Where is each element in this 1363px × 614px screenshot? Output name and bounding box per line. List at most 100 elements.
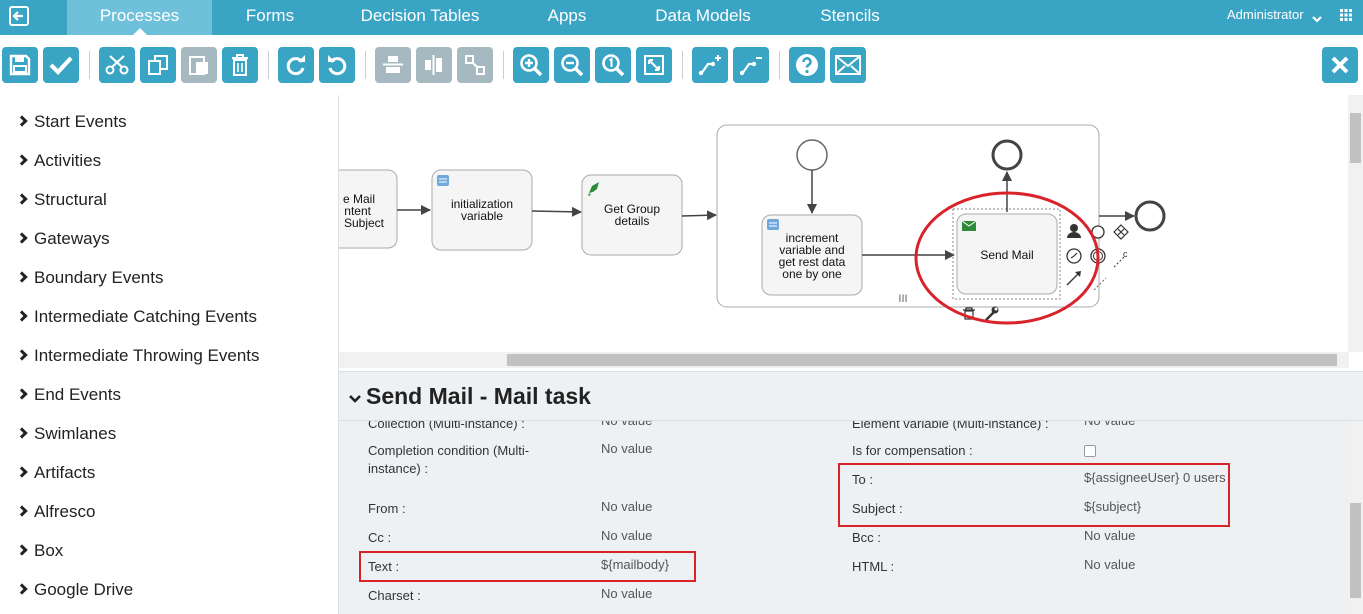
close-icon — [1331, 56, 1349, 74]
property-label: Bcc : — [852, 530, 881, 545]
tab-forms[interactable]: Forms — [212, 0, 328, 35]
sequence-flow[interactable] — [531, 206, 582, 217]
tab-stencils[interactable]: Stencils — [800, 0, 900, 35]
sequence-flow[interactable] — [681, 210, 717, 221]
trash-icon — [232, 54, 248, 76]
task-initialization-variable[interactable]: initialization variable — [431, 169, 533, 251]
toolbar-separator — [503, 51, 504, 79]
timer-event-shortcut-icon[interactable] — [1066, 248, 1082, 264]
zoom-out-button[interactable] — [554, 47, 590, 83]
chevron-right-icon — [16, 310, 28, 322]
property-value[interactable]: No value — [601, 440, 652, 458]
apps-grid-icon[interactable] — [1340, 8, 1352, 26]
help-button[interactable] — [789, 47, 825, 83]
add-bendpoint-icon — [698, 55, 721, 76]
zoom-out-icon — [561, 54, 584, 77]
palette-group-intermediate-catching-events[interactable]: Intermediate Catching Events — [16, 307, 257, 327]
highlight-box-text — [359, 551, 696, 582]
palette-group-intermediate-throwing-events[interactable]: Intermediate Throwing Events — [16, 346, 260, 366]
zoom-actual-button[interactable] — [595, 47, 631, 83]
zoom-in-icon — [520, 54, 543, 77]
paste-button[interactable] — [181, 47, 217, 83]
toolbar-separator — [682, 51, 683, 79]
add-bendpoint-button[interactable] — [692, 47, 728, 83]
tab-processes[interactable]: Processes — [67, 0, 212, 35]
close-editor-button[interactable] — [1322, 47, 1358, 83]
zoom-fit-button[interactable] — [636, 47, 672, 83]
property-value[interactable]: No value — [601, 527, 652, 545]
palette-group-swimlanes[interactable]: Swimlanes — [16, 424, 116, 444]
delete-button[interactable] — [222, 47, 258, 83]
property-label: HTML : — [852, 559, 895, 574]
palette-group-activities[interactable]: Activities — [16, 151, 101, 171]
zoom-fit-icon — [644, 55, 664, 75]
align-horizontal-button[interactable] — [416, 47, 452, 83]
scissors-icon — [105, 55, 129, 75]
copy-button[interactable] — [140, 47, 176, 83]
palette-group-start-events[interactable]: Start Events — [16, 112, 127, 132]
svg-text:details: details — [615, 214, 650, 228]
property-value[interactable]: No value — [1084, 421, 1135, 430]
task-get-group-details[interactable]: Get Group details — [581, 174, 683, 256]
tab-data-models[interactable]: Data Models — [640, 0, 766, 35]
mail-task-icon — [961, 220, 977, 231]
properties-scrollbar[interactable] — [1348, 421, 1363, 614]
undo-button[interactable] — [319, 47, 355, 83]
start-event[interactable] — [796, 139, 828, 171]
svg-text:Send Mail: Send Mail — [980, 248, 1033, 262]
palette-group-box[interactable]: Box — [16, 541, 63, 561]
property-value[interactable]: No value — [1084, 527, 1135, 545]
validate-button[interactable] — [43, 47, 79, 83]
end-event[interactable] — [991, 139, 1023, 171]
wrench-icon[interactable] — [985, 306, 999, 321]
property-value[interactable]: No value — [1084, 556, 1135, 574]
same-size-button[interactable] — [457, 47, 493, 83]
save-button[interactable] — [2, 47, 38, 83]
back-to-app-icon[interactable] — [9, 6, 29, 26]
scrollbar-thumb[interactable] — [507, 354, 1337, 366]
chevron-right-icon — [16, 388, 28, 400]
align-vertical-button[interactable] — [375, 47, 411, 83]
palette-group-artifacts[interactable]: Artifacts — [16, 463, 95, 483]
palette-group-end-events[interactable]: End Events — [16, 385, 121, 405]
canvas-vertical-scrollbar[interactable] — [1348, 95, 1363, 352]
tab-apps[interactable]: Apps — [527, 0, 607, 35]
gateway-shortcut-icon[interactable] — [1113, 224, 1129, 240]
compensation-checkbox[interactable] — [1084, 445, 1096, 457]
palette-group-gateways[interactable]: Gateways — [16, 229, 110, 249]
toolbar-separator — [89, 51, 90, 79]
canvas-horizontal-scrollbar[interactable] — [339, 352, 1349, 368]
end-event[interactable] — [1134, 200, 1166, 232]
property-value[interactable]: No value — [601, 421, 652, 430]
cut-button[interactable] — [99, 47, 135, 83]
chevron-right-icon — [16, 583, 28, 595]
chevron-right-icon — [16, 232, 28, 244]
palette-group-boundary-events[interactable]: Boundary Events — [16, 268, 163, 288]
feedback-button[interactable] — [830, 47, 866, 83]
task-compose-mail[interactable]: e Mail ntent Subject — [339, 169, 398, 249]
tab-decision-tables[interactable]: Decision Tables — [345, 0, 495, 35]
zoom-in-button[interactable] — [513, 47, 549, 83]
remove-bendpoint-button[interactable] — [733, 47, 769, 83]
scrollbar-thumb[interactable] — [1350, 503, 1361, 598]
palette-group-structural[interactable]: Structural — [16, 190, 107, 210]
diagram-canvas[interactable]: e Mail ntent Subject initialization vari… — [339, 95, 1363, 371]
scrollbar-thumb[interactable] — [1350, 113, 1361, 163]
palette-group-google-drive[interactable]: Google Drive — [16, 580, 133, 600]
copy-icon — [148, 55, 168, 75]
user-menu[interactable]: Administrator — [1227, 7, 1304, 22]
property-value[interactable]: No value — [601, 585, 652, 603]
script-task-icon — [767, 219, 779, 230]
association-shortcut-icon[interactable]: c — [1113, 249, 1128, 268]
property-value[interactable]: No value — [601, 498, 652, 516]
top-navigation: Processes Forms Decision Tables Apps Dat… — [0, 0, 1363, 35]
properties-header[interactable]: Send Mail - Mail task — [339, 371, 1363, 421]
redo-button[interactable] — [278, 47, 314, 83]
property-label: Charset : — [368, 588, 421, 603]
task-increment-variable[interactable]: increment variable and get rest data one… — [761, 214, 863, 296]
palette-group-alfresco[interactable]: Alfresco — [16, 502, 95, 522]
chevron-down-icon[interactable] — [349, 391, 361, 409]
chevron-down-icon[interactable] — [1312, 11, 1322, 29]
task-send-mail[interactable]: Send Mail — [956, 213, 1058, 295]
toolbar-separator — [268, 51, 269, 79]
